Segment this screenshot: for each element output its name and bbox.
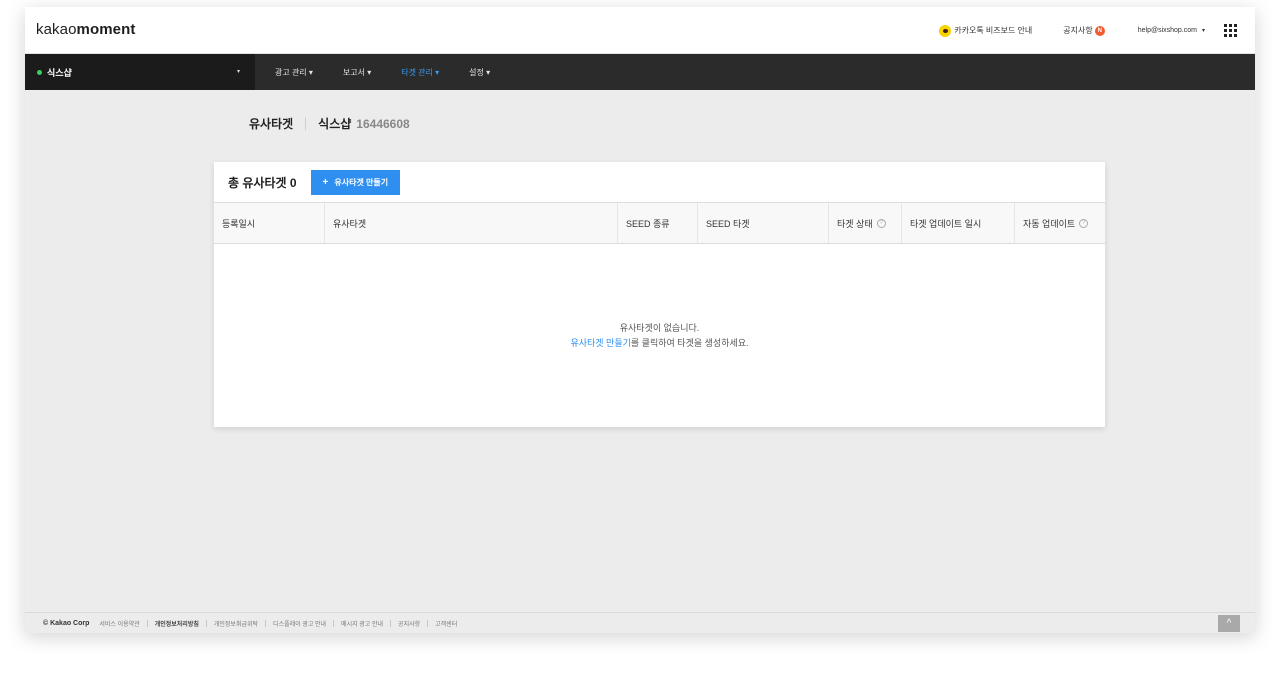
column-auto-update[interactable]: 자동 업데이트? — [1014, 203, 1105, 243]
total-count: 총 유사타겟 0 — [228, 175, 297, 190]
notice-label: 공지사항 — [1063, 26, 1093, 35]
column-seed-target[interactable]: SEED 타겟 — [697, 203, 828, 243]
empty-hint: 유사타겟 만들기를 클릭하여 타겟을 생성하세요. — [570, 336, 748, 351]
kakaomoment-logo[interactable]: kakaomoment — [36, 21, 135, 38]
footer-link-terms[interactable]: 서비스 이용약관 — [99, 619, 139, 628]
kakaotalk-icon — [939, 24, 952, 37]
footer-link-support[interactable]: 고객센터 — [435, 619, 457, 628]
nav-menu: 광고 관리 ▾ 보고서 ▾ 타겟 관리 ▾ 설정 ▾ — [261, 54, 506, 90]
column-registered-at[interactable]: 등록일시 — [214, 203, 324, 243]
account-dropdown[interactable]: help@sixshop.com ▾ — [1138, 27, 1205, 34]
empty-message: 유사타겟이 없습니다. — [619, 322, 700, 333]
nav-item-reports[interactable]: 보고서 ▾ — [343, 67, 371, 78]
plus-icon: + — [322, 176, 329, 188]
title-divider — [305, 117, 307, 130]
copyright: © Kakao Corp — [43, 619, 90, 627]
page-title: 유사타겟 식스샵 16446608 — [249, 115, 410, 132]
footer-link-notices[interactable]: 공지사항 — [398, 619, 420, 628]
column-seed-type[interactable]: SEED 종류 — [617, 203, 697, 243]
column-label: SEED 타겟 — [706, 218, 750, 229]
new-badge: N — [1094, 25, 1105, 36]
shop-selector[interactable]: 식스샵 ▾ — [25, 54, 255, 90]
chevron-down-icon: ▾ — [237, 69, 241, 75]
status-dot-icon — [37, 69, 42, 75]
column-label: SEED 종류 — [626, 218, 670, 229]
shop-name: 식스샵 — [47, 67, 72, 78]
nav-item-target-management[interactable]: 타겟 관리 ▾ — [401, 67, 439, 78]
apps-grid-icon[interactable] — [1224, 24, 1237, 37]
notice-link[interactable]: 공지사항 N — [1063, 25, 1105, 36]
column-target-status[interactable]: 타겟 상태? — [828, 203, 901, 243]
top-header: kakaomoment 카카오톡 비즈보드 안내 공지사항 N help@six… — [25, 7, 1255, 54]
chevron-up-icon: ^ — [1226, 618, 1232, 629]
create-lookalike-link[interactable]: 유사타겟 만들기 — [570, 338, 630, 348]
footer-link-display-ads[interactable]: 디스플레이 광고 안내 — [273, 619, 326, 628]
column-target-updated-at[interactable]: 타겟 업데이트 일시 — [901, 203, 1014, 243]
account-email: help@sixshop.com — [1137, 27, 1197, 34]
column-label: 자동 업데이트 — [1023, 218, 1076, 229]
page-shop-id: 16446608 — [356, 116, 410, 131]
column-label: 타겟 상태 — [837, 218, 873, 229]
scroll-top-button[interactable]: ^ — [1218, 615, 1240, 632]
column-label: 등록일시 — [222, 218, 256, 229]
column-label: 유사타겟 — [333, 218, 367, 229]
nav-item-ad-management[interactable]: 광고 관리 ▾ — [275, 67, 313, 78]
chevron-down-icon: ▾ — [1201, 28, 1205, 34]
footer: © Kakao Corp 서비스 이용약관 개인정보처리방침 개인정보취급위탁 … — [25, 612, 1255, 633]
help-icon[interactable]: ? — [1079, 218, 1089, 228]
logo-text-bold: moment — [76, 21, 136, 38]
footer-link-message-ads[interactable]: 메시지 광고 안내 — [341, 619, 383, 628]
lookalike-target-card: 총 유사타겟 0 + 유사타겟 만들기 등록일시 유사타겟 SEED 종류 SE… — [214, 162, 1105, 427]
bizboard-label: 카카오톡 비즈보드 안내 — [954, 26, 1033, 35]
card-header: 총 유사타겟 0 + 유사타겟 만들기 — [214, 162, 1105, 202]
create-button-label: 유사타겟 만들기 — [334, 177, 389, 187]
logo-text: kakao — [36, 21, 77, 38]
column-lookalike-target[interactable]: 유사타겟 — [324, 203, 617, 243]
help-icon[interactable]: ? — [876, 218, 886, 228]
empty-state: 유사타겟이 없습니다. 유사타겟 만들기를 클릭하여 타겟을 생성하세요. — [214, 244, 1105, 427]
create-lookalike-button[interactable]: + 유사타겟 만들기 — [310, 169, 401, 195]
empty-hint-text: 를 클릭하여 타겟을 생성하세요. — [630, 337, 749, 348]
footer-link-privacy-consignment[interactable]: 개인정보취급위탁 — [214, 619, 258, 628]
table-header: 등록일시 유사타겟 SEED 종류 SEED 타겟 타겟 상태? 타겟 업데이트… — [214, 202, 1105, 244]
nav-item-settings[interactable]: 설정 ▾ — [469, 67, 490, 78]
bizboard-link[interactable]: 카카오톡 비즈보드 안내 — [939, 24, 1033, 37]
footer-link-privacy[interactable]: 개인정보처리방침 — [155, 619, 199, 628]
column-label: 타겟 업데이트 일시 — [910, 218, 982, 229]
main-navbar: 식스샵 ▾ 광고 관리 ▾ 보고서 ▾ 타겟 관리 ▾ 설정 ▾ — [25, 54, 1255, 90]
header-utilities: 카카오톡 비즈보드 안내 공지사항 N help@sixshop.com ▾ — [939, 7, 1255, 54]
page-title-text: 유사타겟 — [249, 117, 294, 131]
page-shop-name: 식스샵 — [318, 117, 352, 131]
app-window: kakaomoment 카카오톡 비즈보드 안내 공지사항 N help@six… — [25, 7, 1255, 633]
